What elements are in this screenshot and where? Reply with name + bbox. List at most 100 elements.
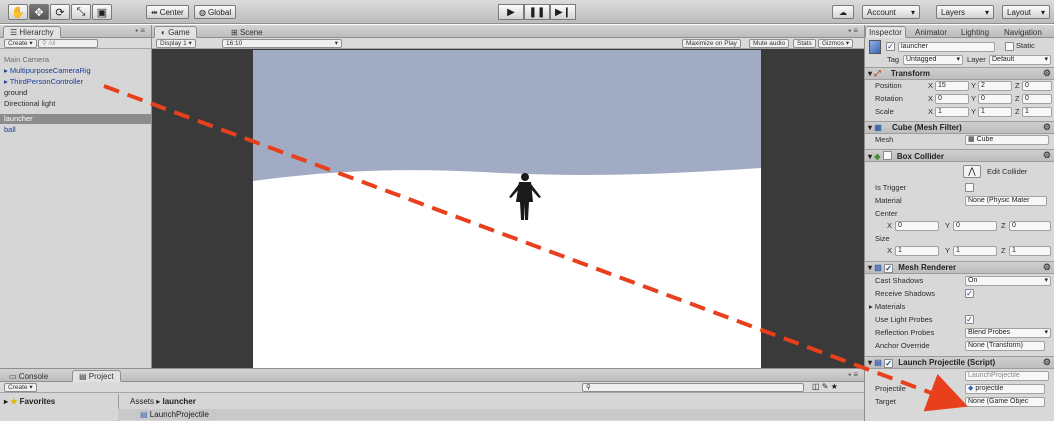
- scale-x-field[interactable]: 1: [935, 107, 969, 117]
- gear-icon[interactable]: ⚙: [1043, 150, 1051, 161]
- rotation-z-field[interactable]: 0: [1022, 94, 1052, 104]
- foldout-arrow-icon[interactable]: ▾: [868, 263, 872, 272]
- pause-button[interactable]: ❚❚: [524, 4, 550, 20]
- size-z-field[interactable]: 1: [1009, 246, 1051, 256]
- pivot-center-toggle[interactable]: ⇹ Center: [146, 5, 189, 19]
- foldout-arrow-icon[interactable]: ▾: [868, 69, 872, 78]
- hierarchy-item-third-person-controller[interactable]: ▸ ThirdPersonController: [4, 77, 83, 87]
- hierarchy-item-multipurpose-camera-rig[interactable]: ▸ MultipurposeCameraRig: [4, 66, 91, 76]
- cast-shadows-dropdown[interactable]: On ▾: [965, 276, 1051, 286]
- play-button[interactable]: ▶: [498, 4, 524, 20]
- move-tool-icon[interactable]: ✥: [29, 4, 49, 20]
- scale-y-field[interactable]: 1: [978, 107, 1012, 117]
- cloud-button[interactable]: ☁: [832, 5, 854, 19]
- pivot-global-toggle[interactable]: ◍ Global: [194, 5, 237, 19]
- static-checkbox[interactable]: [1005, 42, 1014, 51]
- reflection-probes-dropdown[interactable]: Blend Probes ▾: [965, 328, 1051, 338]
- layout-dropdown[interactable]: Layout ▾: [1002, 5, 1050, 19]
- gear-icon[interactable]: ⚙: [1043, 68, 1051, 79]
- tab-lighting[interactable]: Lighting: [957, 26, 993, 38]
- breadcrumb-assets[interactable]: Assets: [130, 397, 154, 406]
- launch-projectile-header[interactable]: ▾ ▤ ✓ Launch Projectile (Script) ⚙: [865, 356, 1054, 369]
- hierarchy-item-directional-light[interactable]: Directional light: [4, 99, 55, 109]
- foldout-arrow-icon[interactable]: ▾: [868, 123, 872, 132]
- panel-menu-icon[interactable]: ▪ ≡: [848, 370, 858, 379]
- hierarchy-item-main-camera[interactable]: Main Camera: [4, 55, 49, 65]
- anchor-override-field[interactable]: None (Transform): [965, 341, 1045, 351]
- hierarchy-item-launcher[interactable]: launcher: [4, 114, 33, 124]
- center-z-field[interactable]: 0: [1009, 221, 1051, 231]
- material-field[interactable]: None (Physic Mater: [965, 196, 1047, 206]
- favorites-row[interactable]: ▸ ★ Favorites: [4, 397, 55, 406]
- center-y-field[interactable]: 0: [953, 221, 997, 231]
- project-search-input[interactable]: ⚲: [582, 383, 804, 392]
- layers-dropdown[interactable]: Layers ▾: [936, 5, 994, 19]
- tab-inspector[interactable]: Inspector: [865, 26, 906, 38]
- panel-menu-icon[interactable]: ▪ ≡: [848, 26, 858, 35]
- gear-icon[interactable]: ⚙: [1043, 122, 1051, 133]
- tab-animator[interactable]: Animator: [911, 26, 951, 38]
- tab-project[interactable]: ▤ Project: [72, 370, 121, 382]
- projectile-field[interactable]: ◆ projectile: [965, 384, 1045, 394]
- aspect-dropdown[interactable]: 16:10 ▾: [222, 39, 342, 48]
- materials-foldout[interactable]: ▸ Materials: [869, 302, 905, 312]
- gear-icon[interactable]: ⚙: [1043, 262, 1051, 273]
- hand-tool-icon[interactable]: ✋: [8, 4, 28, 20]
- scale-z-field[interactable]: 1: [1022, 107, 1052, 117]
- receive-shadows-checkbox[interactable]: ✓: [965, 289, 974, 298]
- maximize-on-play-toggle[interactable]: Maximize on Play: [682, 39, 741, 48]
- rotation-x-field[interactable]: 0: [935, 94, 969, 104]
- layer-dropdown[interactable]: Default ▾: [989, 55, 1051, 65]
- tab-console[interactable]: ▭ Console: [2, 370, 55, 382]
- foldout-arrow-icon[interactable]: ▾: [868, 152, 872, 161]
- hierarchy-item-ground[interactable]: ground: [4, 88, 27, 98]
- use-light-probes-checkbox[interactable]: ✓: [965, 315, 974, 324]
- object-active-checkbox[interactable]: ✓: [886, 42, 895, 51]
- expand-arrow-icon[interactable]: ▸: [4, 66, 8, 75]
- box-collider-enabled-checkbox[interactable]: [882, 151, 892, 160]
- display-dropdown[interactable]: Display 1 ▾: [156, 39, 196, 48]
- size-y-field[interactable]: 1: [953, 246, 997, 256]
- breadcrumb-launcher[interactable]: launcher: [163, 397, 196, 406]
- is-trigger-checkbox[interactable]: [965, 183, 974, 192]
- hierarchy-search-input[interactable]: ⚲ All: [38, 39, 98, 48]
- step-button[interactable]: ▶❙: [550, 4, 576, 20]
- project-file-launch-projectile[interactable]: ▤ LaunchProjectile: [140, 410, 209, 419]
- hierarchy-item-ball[interactable]: ball: [4, 125, 16, 135]
- rect-tool-icon[interactable]: ▣: [92, 4, 112, 20]
- tab-game[interactable]: ◐ Game: [154, 26, 197, 38]
- mesh-field[interactable]: ▦ Cube: [965, 135, 1049, 145]
- tab-scene[interactable]: ⊞ Scene: [224, 26, 270, 38]
- mesh-filter-header[interactable]: ▾ ▦ Cube (Mesh Filter) ⚙: [865, 121, 1054, 134]
- rotation-y-field[interactable]: 0: [978, 94, 1012, 104]
- position-x-field[interactable]: 15: [935, 81, 969, 91]
- foldout-arrow-icon[interactable]: ▾: [868, 358, 872, 367]
- size-x-field[interactable]: 1: [895, 246, 939, 256]
- gear-icon[interactable]: ⚙: [1043, 357, 1051, 368]
- mesh-renderer-enabled-checkbox[interactable]: ✓: [884, 264, 894, 273]
- box-collider-header[interactable]: ▾ ◈ Box Collider ⚙: [865, 149, 1054, 162]
- launch-projectile-enabled-checkbox[interactable]: ✓: [884, 359, 894, 368]
- filter-icons[interactable]: ◫ ✎ ★: [812, 382, 838, 391]
- panel-menu-icon[interactable]: ▪ ≡: [135, 26, 145, 35]
- project-create-button[interactable]: Create ▾: [4, 383, 37, 392]
- expand-arrow-icon[interactable]: ▸: [4, 77, 8, 86]
- rotate-tool-icon[interactable]: ⟳: [50, 4, 70, 20]
- object-name-field[interactable]: launcher: [898, 42, 995, 52]
- edit-collider-button[interactable]: ⋀: [963, 165, 981, 178]
- position-y-field[interactable]: 2: [978, 81, 1012, 91]
- stats-toggle[interactable]: Stats: [793, 39, 816, 48]
- mesh-renderer-header[interactable]: ▾ ▧ ✓ Mesh Renderer ⚙: [865, 261, 1054, 274]
- mute-audio-toggle[interactable]: Mute audio: [749, 39, 790, 48]
- tab-hierarchy[interactable]: ☰ Hierarchy: [3, 26, 61, 38]
- account-dropdown[interactable]: Account ▾: [862, 5, 920, 19]
- game-viewport[interactable]: [253, 50, 761, 368]
- gizmos-dropdown[interactable]: Gizmos ▾: [818, 39, 854, 48]
- center-x-field[interactable]: 0: [895, 221, 939, 231]
- tab-navigation[interactable]: Navigation: [1000, 26, 1046, 38]
- hierarchy-create-button[interactable]: Create ▾: [4, 39, 37, 48]
- tag-dropdown[interactable]: Untagged ▾: [903, 55, 963, 65]
- target-field[interactable]: None (Game Objec: [965, 397, 1045, 407]
- transform-header[interactable]: ▾ ⤢ Transform ⚙: [865, 67, 1054, 80]
- position-z-field[interactable]: 0: [1022, 81, 1052, 91]
